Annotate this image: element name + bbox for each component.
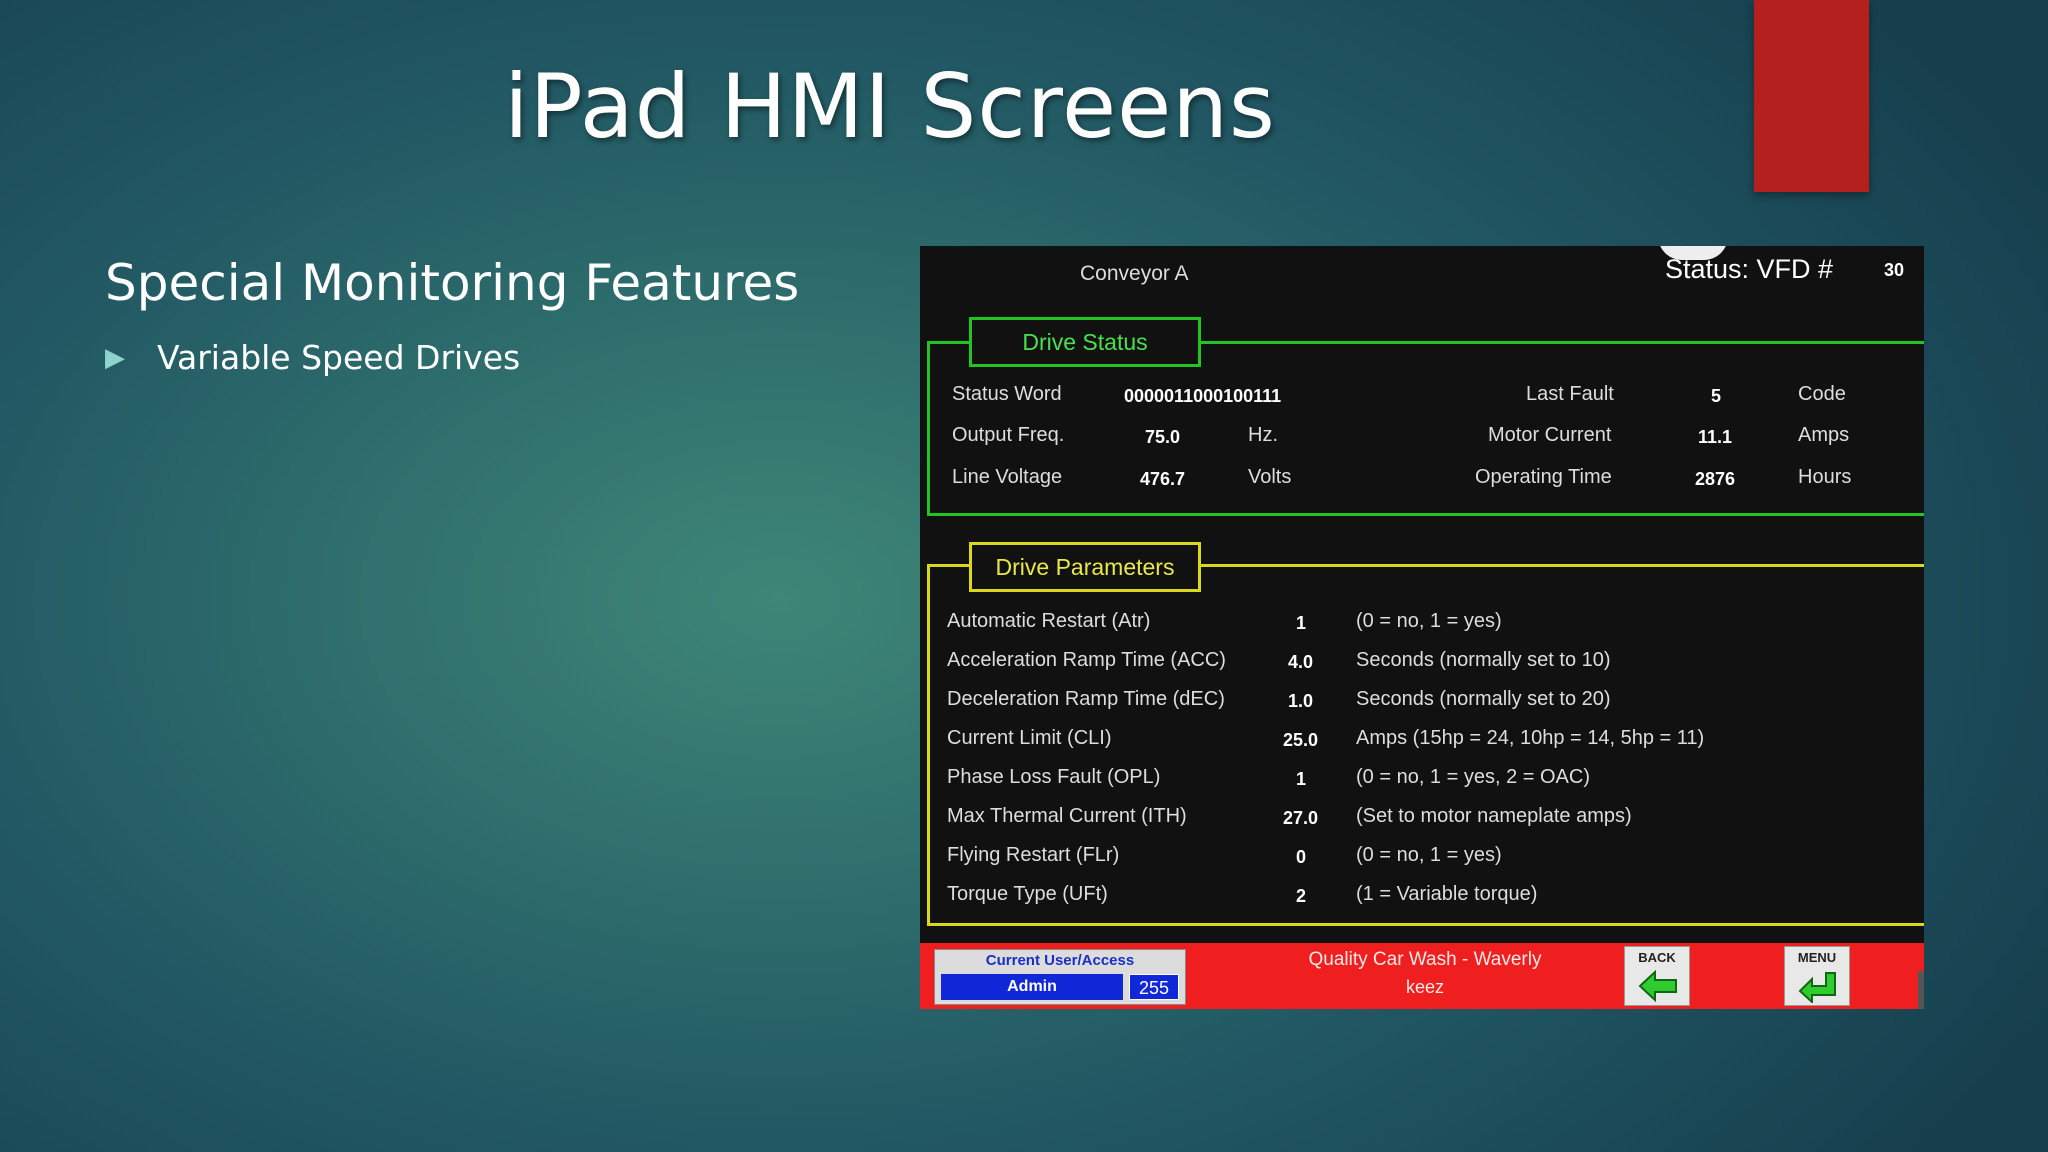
- bullet-text: Variable Speed Drives: [157, 338, 521, 377]
- access-level: 255: [1129, 974, 1179, 1000]
- operating-time-label: Operating Time: [1475, 466, 1612, 488]
- param-note: (1 = Variable torque): [1356, 883, 1538, 905]
- vfd-number: 30: [1884, 260, 1905, 280]
- param-label: Phase Loss Fault (OPL): [947, 766, 1161, 788]
- back-label: BACK: [1638, 950, 1676, 965]
- param-label: Flying Restart (FLr): [947, 844, 1120, 866]
- param-value: 27.0: [1283, 808, 1319, 828]
- hmi-screenshot: Conveyor A Status: VFD # 30 Drive Status…: [920, 246, 1924, 1009]
- user-access-panel[interactable]: Current User/Access Admin 255: [934, 949, 1186, 1005]
- drive-status-title: Drive Status: [969, 317, 1201, 367]
- current-user: Admin: [941, 974, 1123, 1000]
- operating-time-unit: Hours: [1798, 466, 1852, 488]
- param-value: 4.0: [1288, 652, 1314, 672]
- param-value: 1: [1296, 613, 1307, 633]
- param-value: 0: [1296, 847, 1307, 867]
- output-freq-unit: Hz.: [1248, 424, 1278, 446]
- scroll-edge: [1918, 971, 1924, 1009]
- slide-subtitle: Special Monitoring Features: [105, 254, 800, 312]
- back-button[interactable]: BACK: [1624, 946, 1690, 1006]
- bullet-item: ▶ Variable Speed Drives: [105, 338, 520, 377]
- drive-status-panel: [927, 341, 1924, 516]
- menu-label: MENU: [1797, 950, 1837, 965]
- location-label: Conveyor A: [1080, 262, 1189, 285]
- param-label: Current Limit (CLI): [947, 727, 1112, 749]
- param-note: Seconds (normally set to 20): [1356, 688, 1611, 710]
- return-arrow-icon: [1798, 972, 1836, 1003]
- param-value: 1.0: [1288, 691, 1314, 711]
- param-label: Acceleration Ramp Time (ACC): [947, 649, 1226, 671]
- last-fault-value: 5: [1711, 386, 1722, 406]
- hmi-footer: Current User/Access Admin 255 Quality Ca…: [920, 943, 1924, 1009]
- last-fault-label: Last Fault: [1526, 383, 1614, 405]
- output-freq-value: 75.0: [1145, 427, 1181, 447]
- operating-time-value: 2876: [1695, 469, 1736, 489]
- status-word-value: 0000011000100111: [1124, 386, 1282, 406]
- site-user: keez: [1405, 977, 1445, 997]
- line-voltage-label: Line Voltage: [952, 466, 1063, 488]
- param-note: (Set to motor nameplate amps): [1356, 805, 1632, 827]
- site-name: Quality Car Wash - Waverly: [1308, 949, 1542, 970]
- motor-current-value: 11.1: [1698, 427, 1733, 447]
- status-label: Status: VFD #: [1665, 254, 1834, 284]
- param-note: Amps (15hp = 24, 10hp = 14, 5hp = 11): [1356, 727, 1705, 749]
- param-note: (0 = no, 1 = yes, 2 = OAC): [1356, 766, 1591, 788]
- motor-current-label: Motor Current: [1488, 424, 1612, 446]
- output-freq-label: Output Freq.: [952, 424, 1065, 446]
- param-value: 1: [1296, 769, 1307, 789]
- param-label: Max Thermal Current (ITH): [947, 805, 1187, 827]
- param-label: Deceleration Ramp Time (dEC): [947, 688, 1225, 710]
- param-note: (0 = no, 1 = yes): [1356, 844, 1502, 866]
- param-note: (0 = no, 1 = yes): [1356, 610, 1502, 632]
- param-label: Automatic Restart (Atr): [947, 610, 1151, 632]
- drive-parameters-title: Drive Parameters: [969, 542, 1201, 592]
- menu-button[interactable]: MENU: [1784, 946, 1850, 1006]
- slide-title: iPad HMI Screens: [504, 55, 1276, 158]
- motor-current-unit: Amps: [1798, 424, 1850, 446]
- back-arrow-icon: [1638, 969, 1677, 1003]
- user-access-header: Current User/Access: [985, 952, 1135, 969]
- param-value: 2: [1296, 886, 1307, 906]
- param-value: 25.0: [1283, 730, 1319, 750]
- line-voltage-unit: Volts: [1248, 466, 1292, 488]
- param-label: Torque Type (UFt): [947, 883, 1108, 905]
- param-note: Seconds (normally set to 10): [1356, 649, 1611, 671]
- bullet-arrow-icon: ▶: [105, 342, 125, 373]
- status-word-label: Status Word: [952, 383, 1062, 405]
- line-voltage-value: 476.7: [1140, 469, 1186, 489]
- last-fault-unit: Code: [1798, 383, 1846, 405]
